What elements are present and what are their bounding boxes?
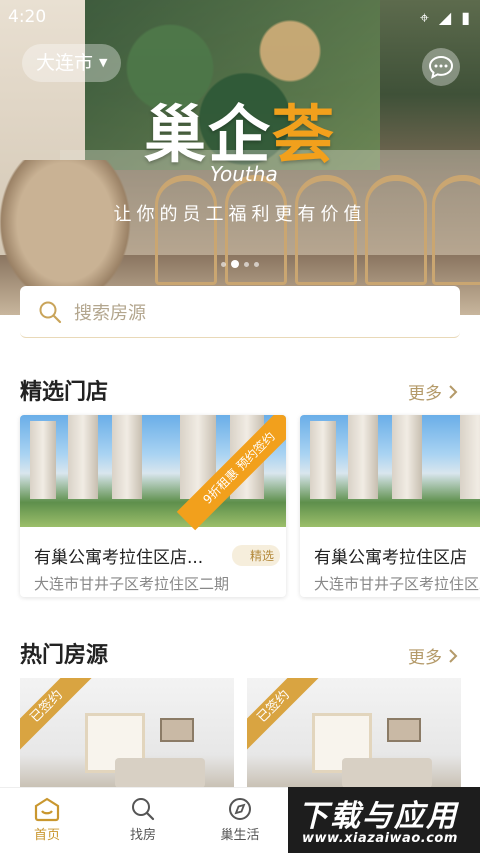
featured-section-title: 精选门店 bbox=[20, 380, 109, 405]
caret-down-icon: ▼ bbox=[99, 56, 108, 69]
search-input[interactable]: 搜索房源 bbox=[74, 299, 146, 325]
store-address: 大连市甘井子区考拉住区二期 bbox=[34, 575, 230, 593]
building-shape bbox=[112, 415, 142, 499]
tab-life[interactable]: 巢生活 bbox=[205, 794, 275, 843]
carousel-dot[interactable] bbox=[221, 261, 226, 267]
hot-more-link[interactable]: 更多 bbox=[408, 643, 458, 668]
city-label: 大连市 bbox=[36, 52, 94, 74]
location-icon: ⌖ bbox=[419, 8, 429, 27]
building-shape bbox=[30, 421, 56, 499]
search-icon bbox=[132, 798, 155, 821]
store-name: 有巢公寓考拉住区店 bbox=[314, 548, 467, 568]
banner-slogan: 让你的员工福利更有价值 bbox=[113, 204, 367, 225]
building-shape bbox=[348, 415, 378, 499]
status-time: 4:20 bbox=[8, 7, 47, 27]
brand-logo: 巢企荟 bbox=[0, 100, 480, 170]
more-label: 更多 bbox=[408, 648, 442, 668]
status-icons: ⌖ ◢ ▮ bbox=[420, 8, 470, 28]
store-photo bbox=[300, 415, 480, 527]
room-sofa bbox=[115, 758, 205, 788]
hot-section-title: 热门房源 bbox=[20, 643, 109, 668]
chevron-right-icon bbox=[449, 384, 458, 399]
watermark-url: www.xiazaiwao.com bbox=[302, 831, 458, 846]
room-picture bbox=[387, 718, 421, 742]
battery-icon: ▮ bbox=[461, 8, 470, 27]
tab-label: 找房 bbox=[129, 828, 156, 843]
carousel-dots[interactable] bbox=[221, 260, 259, 268]
tab-label: 首页 bbox=[33, 828, 60, 843]
brand-sub-logo: Youtha bbox=[210, 162, 278, 186]
carousel-dot[interactable] bbox=[254, 261, 259, 267]
carousel-dot[interactable] bbox=[244, 261, 249, 267]
message-button[interactable] bbox=[422, 48, 460, 86]
featured-more-link[interactable]: 更多 bbox=[408, 379, 458, 404]
chat-bubble-icon bbox=[428, 55, 454, 79]
store-name: 有巢公寓考拉住区店... bbox=[34, 548, 204, 568]
more-label: 更多 bbox=[408, 384, 442, 404]
store-card[interactable]: 有巢公寓考拉住区店 大连市甘井子区考拉住区二期 bbox=[300, 415, 480, 597]
watermark-logo: 下载与应用 www.xiazaiwao.com bbox=[288, 787, 480, 853]
search-bar[interactable]: 搜索房源 bbox=[20, 286, 460, 338]
store-address: 大连市甘井子区考拉住区二期 bbox=[314, 575, 480, 593]
building-shape bbox=[392, 415, 422, 499]
compass-icon bbox=[229, 798, 251, 820]
home-icon bbox=[34, 797, 60, 822]
signal-icon: ◢ bbox=[438, 8, 452, 27]
featured-tag-badge: 精选 bbox=[231, 545, 280, 566]
room-picture bbox=[160, 718, 194, 742]
app-screen: 巢企荟 Youtha 让你的员工福利更有价值 4:20 ⌖ ◢ ▮ 大连市 ▼ bbox=[0, 0, 480, 853]
brand-logo-accent: 荟 bbox=[272, 98, 337, 171]
tab-find-room[interactable]: 找房 bbox=[108, 794, 178, 843]
tab-home[interactable]: 首页 bbox=[12, 794, 82, 843]
brand-logo-main: 巢企 bbox=[143, 98, 272, 171]
tab-label: 巢生活 bbox=[220, 828, 260, 843]
building-shape bbox=[460, 415, 480, 499]
city-selector[interactable]: 大连市 ▼ bbox=[22, 44, 122, 82]
room-sofa bbox=[342, 758, 432, 788]
carousel-dot-active[interactable] bbox=[231, 260, 239, 268]
room-card[interactable]: 已签约 bbox=[247, 678, 461, 788]
store-card[interactable]: 9折租惠 预约签约 有巢公寓考拉住区店... 精选 大连市甘井子区考拉住区二期 bbox=[20, 415, 286, 597]
chevron-right-icon bbox=[449, 648, 458, 663]
building-shape bbox=[68, 415, 98, 499]
search-icon bbox=[39, 301, 62, 323]
store-photo: 9折租惠 预约签约 bbox=[20, 415, 286, 531]
banner-brand: 巢企荟 Youtha 让你的员工福利更有价值 bbox=[0, 100, 480, 226]
status-bar: 4:20 ⌖ ◢ ▮ bbox=[0, 0, 480, 34]
watermark-text: 下载与应用 bbox=[298, 799, 458, 834]
building-shape bbox=[310, 421, 336, 499]
room-card[interactable]: 已签约 bbox=[20, 678, 234, 788]
